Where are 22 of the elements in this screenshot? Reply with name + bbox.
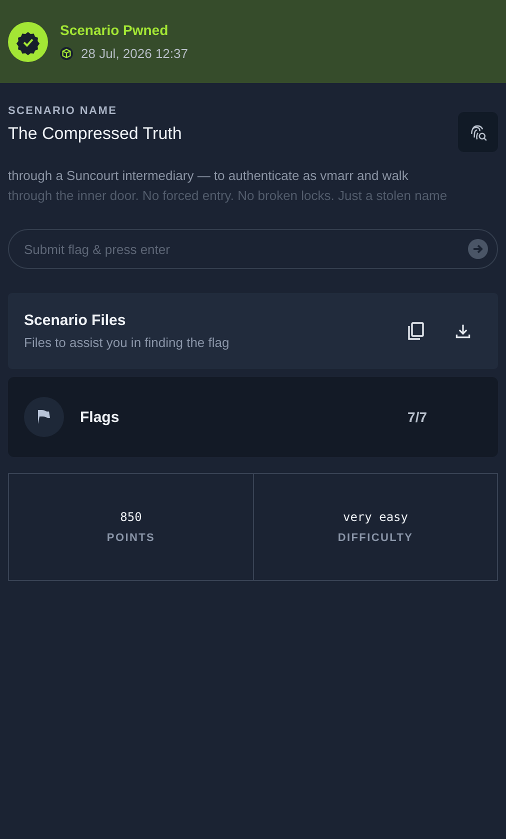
scenario-name-label: SCENARIO NAME: [8, 105, 118, 117]
scenario-name: The Compressed Truth: [8, 124, 182, 144]
stat-value: very easy: [342, 510, 408, 524]
cube-icon: [60, 47, 73, 60]
description-line: through the inner door. No forced entry. No broken locks. Just a stolen name: [8, 187, 448, 205]
files-title: Scenario Files: [24, 312, 127, 329]
download-icon[interactable]: [454, 322, 472, 340]
fingerprint-search-button[interactable]: [458, 112, 498, 152]
stat-label: DIFFICULTY: [338, 532, 414, 544]
stat-label: POINTS: [106, 532, 156, 544]
verified-badge-icon: [8, 22, 48, 62]
flag-input-field[interactable]: Submit flag & press enter: [8, 229, 498, 269]
copy-icon[interactable]: [406, 321, 426, 341]
flags-count: 7/7: [408, 409, 427, 425]
flags-card[interactable]: Flags 7/7: [8, 377, 498, 457]
stat-value: 850: [120, 510, 142, 524]
files-subtitle: Files to assist you in finding the flag: [24, 335, 230, 350]
flags-label: Flags: [80, 408, 120, 426]
status-title: Scenario Pwned: [60, 22, 170, 38]
description-line: through a Suncourt intermediary — to authenticate as vmarr and walk: [8, 167, 410, 185]
pwned-date: 28 Jul, 2026 12:37: [81, 46, 188, 61]
flag-icon: [24, 397, 64, 437]
